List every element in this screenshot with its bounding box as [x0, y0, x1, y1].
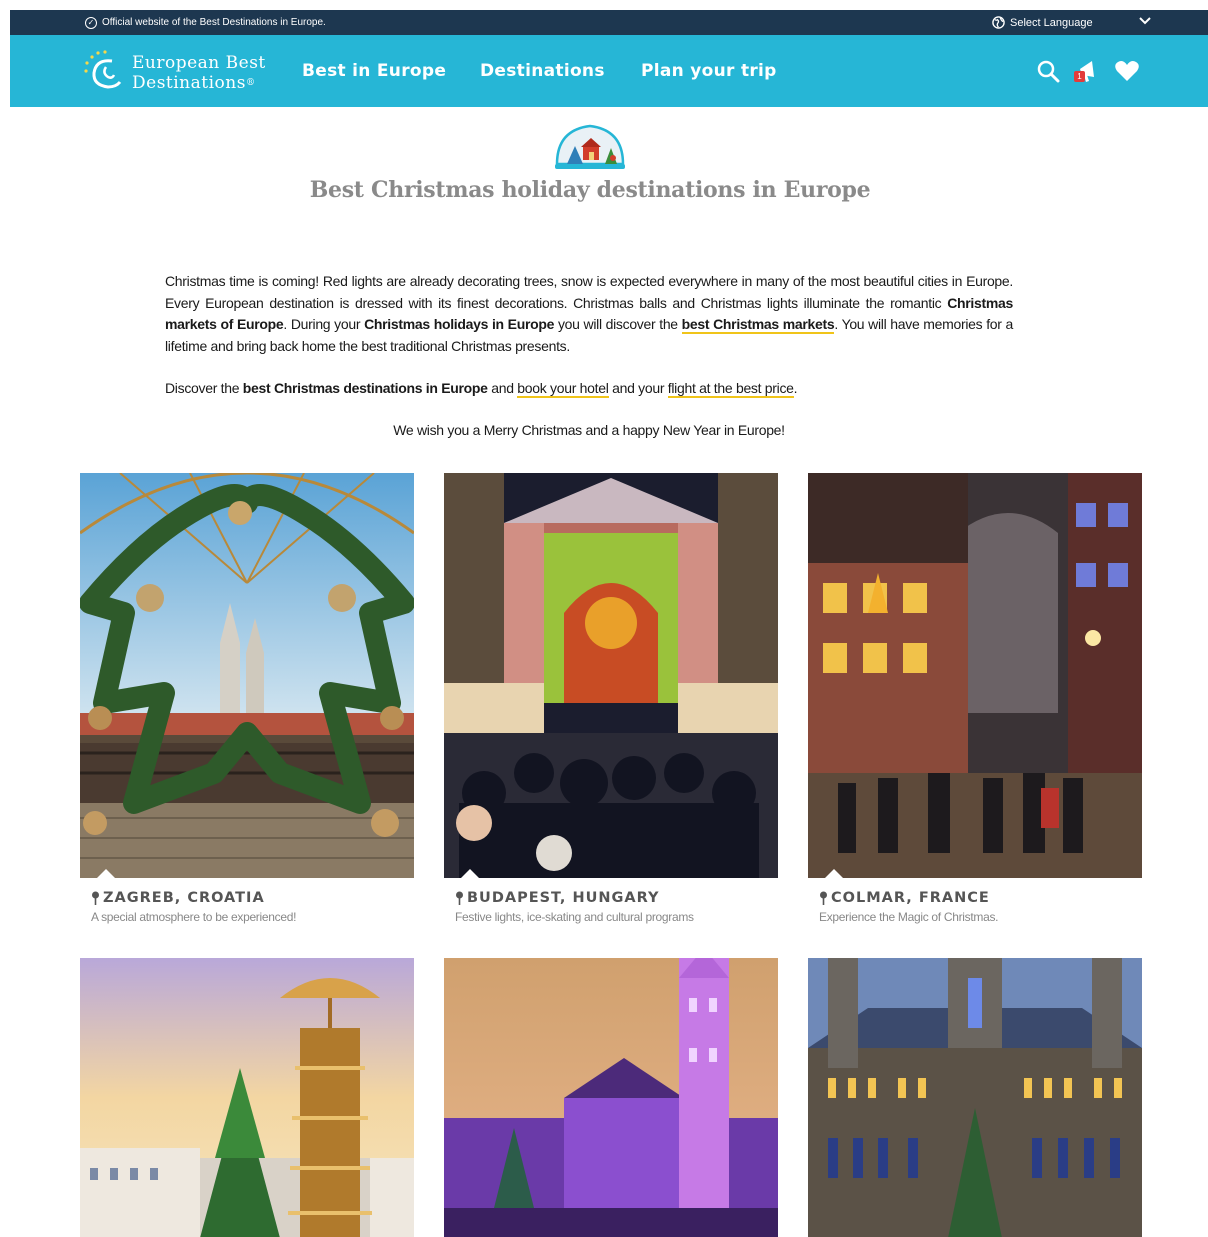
snow-globe-icon [555, 124, 625, 169]
pin-icon [92, 891, 99, 905]
page-title: Best Christmas holiday destinations in E… [309, 177, 871, 203]
logo-mark-icon [84, 50, 122, 89]
language-selector[interactable]: Select Language [992, 16, 1093, 29]
language-label: Select Language [1010, 16, 1093, 29]
intro-text-part: Discover the [165, 380, 243, 396]
top-bar: ✓ Official website of the Best Destinati… [10, 10, 1208, 35]
intro-text-part: and [487, 380, 518, 396]
book-hotel-link[interactable]: book your hotel [517, 380, 609, 398]
card-notch [824, 869, 844, 878]
chevron-down-icon[interactable] [1138, 14, 1152, 28]
destination-card-4[interactable] [80, 958, 414, 1237]
globe-icon [992, 16, 1005, 29]
intro-text-part: . [793, 380, 798, 396]
destination-place: BUDAPEST, HUNGARY [455, 890, 778, 906]
search-icon[interactable] [1036, 59, 1060, 83]
official-notice: ✓ Official website of the Best Destinati… [85, 16, 326, 29]
destination-card-budapest[interactable]: BUDAPEST, HUNGARY Festive lights, ice-sk… [444, 473, 778, 924]
notification-button[interactable]: 1 [1074, 57, 1102, 85]
site-logo[interactable]: European Best Destinations® [82, 49, 272, 95]
heart-icon[interactable] [1114, 59, 1140, 83]
nav-best-in-europe[interactable]: Best in Europe [302, 61, 446, 81]
intro-text-part: and your [608, 380, 668, 396]
logo-line-2: Destinations [132, 73, 246, 93]
intro-text: Christmas time is coming! Red lights are… [165, 271, 1013, 400]
intro-paragraph-2: Discover the best Christmas destinations… [165, 378, 1013, 400]
pin-icon [820, 891, 827, 905]
logo-line-1: European Best [132, 53, 266, 73]
destination-card-zagreb[interactable]: ZAGREB, CROATIA A special atmosphere to … [80, 473, 414, 924]
intro-text-part: . During your [283, 316, 365, 332]
intro-text-part: you will discover the [554, 316, 682, 332]
destination-photo-6[interactable] [808, 958, 1142, 1237]
destination-place: COLMAR, FRANCE [819, 890, 1142, 906]
card-notch [96, 869, 116, 878]
destination-name: BUDAPEST, HUNGARY [467, 890, 660, 906]
intro-text-part: Christmas time is coming! Red lights are… [165, 273, 1013, 311]
card-notch [460, 869, 480, 878]
destination-card-6[interactable] [808, 958, 1142, 1237]
notification-badge: 1 [1074, 71, 1085, 82]
check-icon: ✓ [85, 16, 97, 29]
destination-photo-budapest[interactable] [444, 473, 778, 878]
flight-price-link[interactable]: flight at the best price [667, 380, 794, 398]
logo-text: European Best Destinations® [132, 53, 266, 93]
destination-place: ZAGREB, CROATIA [91, 890, 414, 906]
destination-tagline: A special atmosphere to be experienced! [91, 910, 297, 924]
main-navbar: European Best Destinations® Best in Euro… [10, 35, 1208, 107]
destination-card-colmar[interactable]: COLMAR, FRANCE Experience the Magic of C… [808, 473, 1142, 924]
destination-tagline: Festive lights, ice-skating and cultural… [455, 910, 694, 924]
holiday-wish: We wish you a Merry Christmas and a happ… [393, 422, 785, 438]
destination-photo-4[interactable] [80, 958, 414, 1237]
best-christmas-markets-link[interactable]: best Christmas markets [681, 316, 835, 334]
intro-bold-part: Christmas holidays in Europe [364, 316, 555, 332]
destination-name: ZAGREB, CROATIA [103, 890, 265, 906]
intro-bold-part: best Christmas destinations in Europe [242, 380, 488, 396]
destination-card-5[interactable] [444, 958, 778, 1237]
pin-icon [456, 891, 463, 905]
destination-tagline: Experience the Magic of Christmas. [819, 910, 999, 924]
official-text: Official website of the Best Destination… [102, 17, 326, 28]
destination-photo-colmar[interactable] [808, 473, 1142, 878]
nav-plan-your-trip[interactable]: Plan your trip [641, 61, 777, 81]
nav-destinations[interactable]: Destinations [480, 61, 605, 81]
intro-paragraph-1: Christmas time is coming! Red lights are… [165, 271, 1013, 357]
registered-mark: ® [245, 78, 256, 88]
destination-photo-zagreb[interactable] [80, 473, 414, 878]
destination-name: COLMAR, FRANCE [831, 890, 990, 906]
destination-photo-5[interactable] [444, 958, 778, 1237]
